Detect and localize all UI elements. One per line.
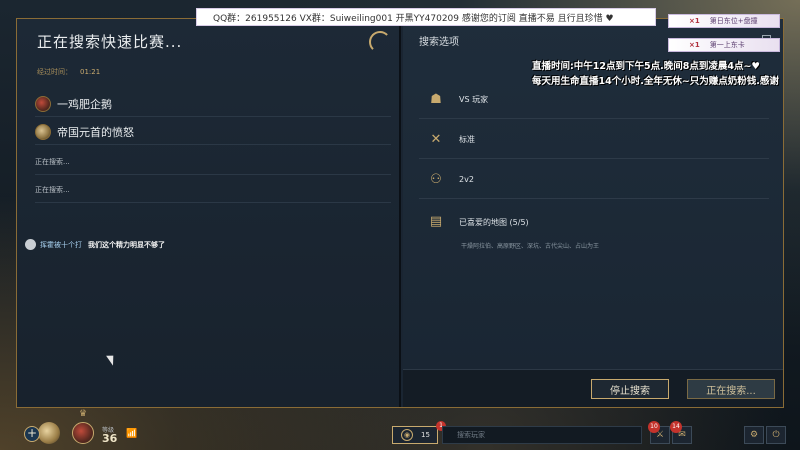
searching-button[interactable]: 正在搜索...: [687, 379, 775, 399]
option-label: 已喜爱的地图 (5/5): [459, 217, 529, 227]
add-button[interactable]: +: [24, 426, 40, 442]
connection-icon: 📶: [126, 429, 138, 439]
rank-score: ×1: [689, 41, 700, 49]
chat-avatar: [25, 239, 36, 250]
option-team-size[interactable]: ⚇ 2v2: [419, 161, 769, 199]
elapsed-value: 01:21: [80, 68, 101, 76]
option-ruleset[interactable]: ✕ 标准: [419, 121, 769, 159]
rank-label: 第日东位+盘撞: [709, 17, 758, 25]
option-maps[interactable]: ▤ 已喜爱的地图 (5/5): [419, 203, 769, 241]
mouse-cursor-icon: [106, 352, 118, 366]
stream-marquee: QQ群：261955126 VX群：Suiweiling001 开黑YY4702…: [196, 8, 656, 26]
options-title: 搜索选项: [419, 37, 459, 48]
stream-rank-badge: ×1 第日东位+盘撞: [668, 14, 780, 28]
rank-label: 第一上东卡: [709, 41, 745, 49]
player-name: 帝国元首的愤怒: [57, 125, 134, 139]
currency-orb-icon: [38, 422, 60, 444]
vs-players-icon: ☗: [430, 91, 442, 107]
stop-search-button[interactable]: 停止搜索: [591, 379, 669, 399]
empty-slot-row: 正在搜索...: [35, 149, 391, 175]
power-button[interactable]: ⏻: [766, 426, 786, 444]
player-avatar: [35, 95, 51, 112]
action-bar: 停止搜索 正在搜索...: [403, 369, 783, 407]
player-search-input[interactable]: 搜索玩家: [442, 426, 642, 444]
favorite-maps-list: 干燥阿拉伯、高原野区、深坑、古代尖山、占山为王: [461, 243, 600, 250]
map-icon: ▤: [429, 214, 443, 229]
crown-icon: ♛: [79, 409, 88, 419]
player-avatar: [35, 123, 51, 140]
chat-text: 我们这个精力明显不够了: [88, 240, 165, 249]
player-row[interactable]: 一鸡肥企鹅: [35, 91, 391, 117]
messages-badge: 14: [670, 421, 682, 433]
search-spinner-icon: [369, 31, 391, 53]
player-name: 一鸡肥企鹅: [57, 97, 112, 111]
chat-username[interactable]: 挥霍被十个打: [40, 240, 82, 250]
search-status-panel: 正在搜索快速比赛... 经过时间： 01:21 一鸡肥企鹅 帝国元首的愤怒 正在搜…: [17, 19, 401, 407]
stream-schedule-text: 直播时间:中午12点到下午5点.晚间8点到凌晨4点~♥: [532, 61, 760, 72]
empty-slot-row: 正在搜索...: [35, 177, 391, 203]
stream-note-text: 每天用生命直播14个小时.全年无休~只为赚点奶粉钱.感谢: [532, 76, 779, 87]
friends-icon: ◉: [401, 429, 413, 441]
player-row[interactable]: 帝国元首的愤怒: [35, 119, 391, 145]
friends-button[interactable]: ◉ 15: [392, 426, 438, 444]
rank-score: ×1: [689, 17, 700, 25]
team-size-icon: ⚇: [430, 171, 442, 187]
elapsed-time: 经过时间： 01:21: [37, 67, 100, 77]
elapsed-label: 经过时间：: [37, 68, 72, 76]
standard-icon: ✕: [430, 131, 442, 147]
profile-avatar[interactable]: [72, 422, 94, 444]
friends-count: 15: [421, 431, 430, 439]
inbox-badge: 10: [648, 421, 660, 433]
stream-rank-badge: ×1 第一上东卡: [668, 38, 780, 52]
chat-message: 挥霍被十个打 我们这个精力明显不够了: [25, 239, 165, 250]
level-value: 36: [102, 432, 118, 445]
option-label: 2v2: [459, 175, 474, 184]
page-title: 正在搜索快速比赛...: [37, 33, 183, 51]
option-label: 标准: [459, 135, 475, 144]
option-label: VS 玩家: [459, 95, 489, 104]
settings-button[interactable]: ⚙: [744, 426, 764, 444]
